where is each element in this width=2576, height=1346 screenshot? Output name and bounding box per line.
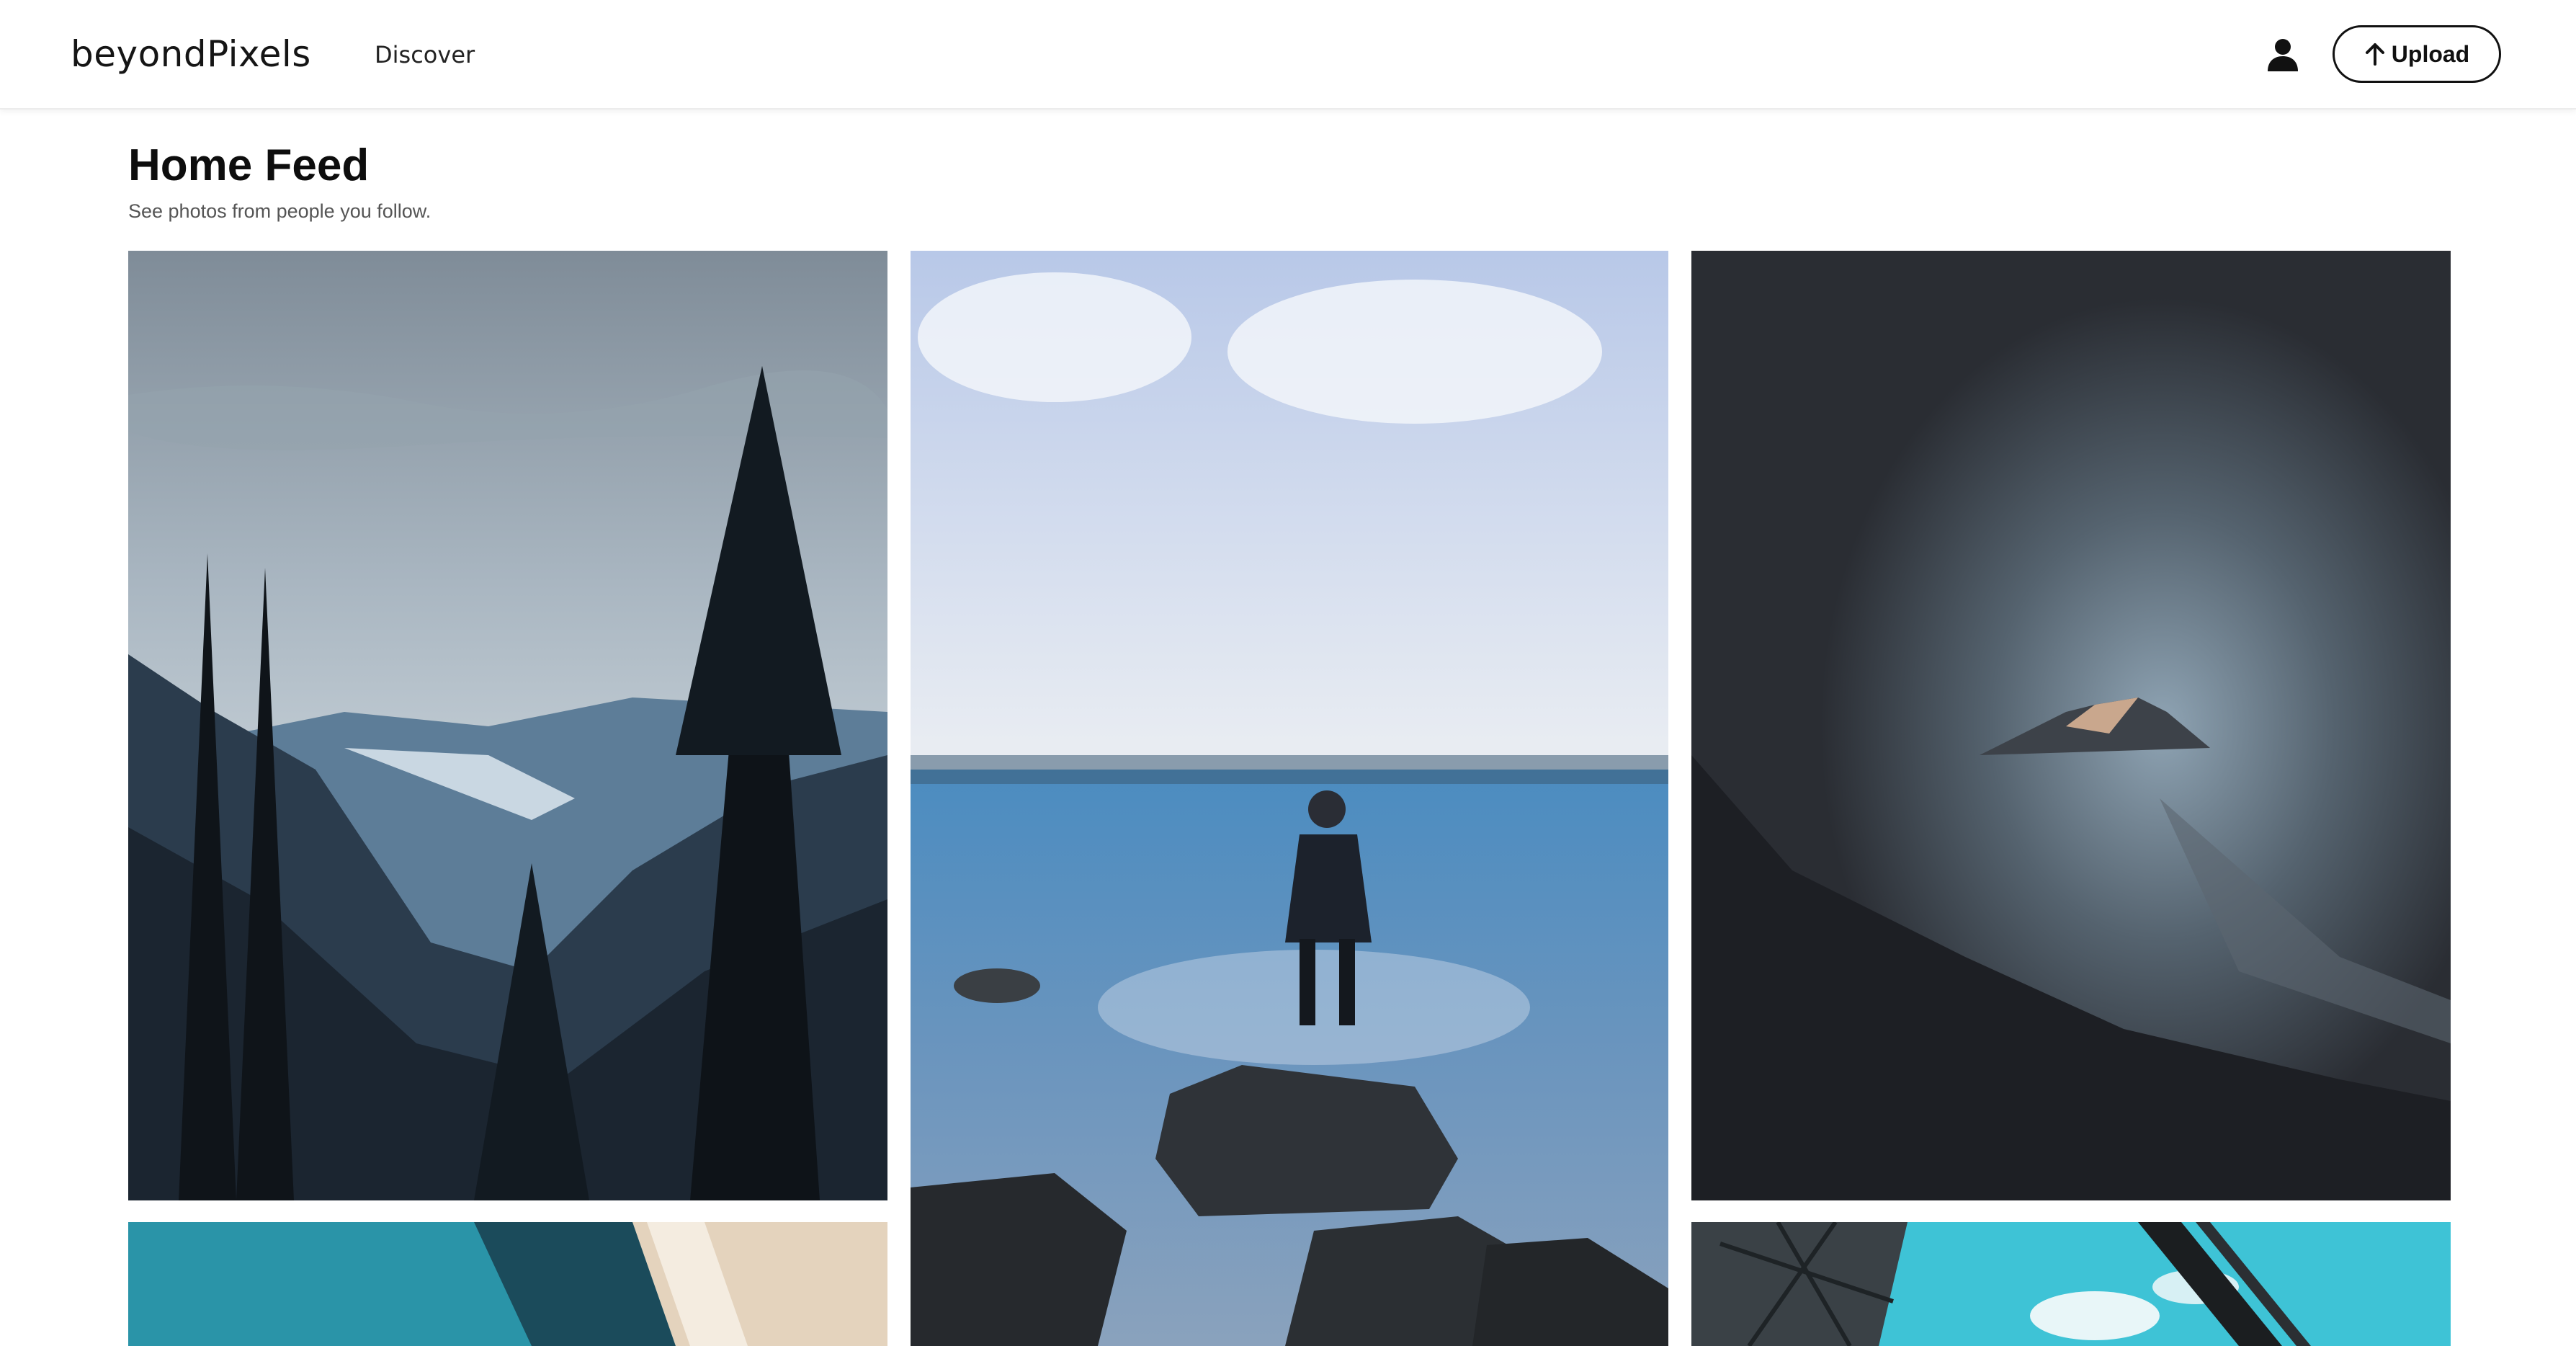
misty-lake-image [911, 251, 1668, 1346]
brand-logo[interactable]: beyondPixels [71, 32, 311, 76]
dark-mountain-image [1691, 251, 2451, 1200]
forest-valley-image [128, 251, 887, 1200]
top-navigation-bar: beyondPixels Discover Upload [0, 0, 2576, 110]
feed-photo-dark-mountain[interactable] [1691, 251, 2451, 1200]
user-icon [2268, 39, 2298, 71]
sky-structure-image [1691, 1222, 2451, 1346]
feed-photo-beach[interactable] [128, 1222, 887, 1346]
nav-link-discover[interactable]: Discover [375, 40, 475, 69]
beach-image [128, 1222, 887, 1346]
arrow-up-icon [2365, 43, 2384, 66]
page-title: Home Feed [128, 141, 370, 190]
feed-photo-misty-lake[interactable] [911, 251, 1668, 1346]
upload-button-label: Upload [2391, 40, 2470, 67]
page-subtitle: See photos from people you follow. [128, 200, 431, 222]
upload-button[interactable]: Upload [2333, 25, 2501, 83]
user-profile-button[interactable] [2266, 37, 2299, 72]
feed-photo-sky-structure[interactable] [1691, 1222, 2451, 1346]
feed-photo-forest-valley[interactable] [128, 251, 887, 1200]
